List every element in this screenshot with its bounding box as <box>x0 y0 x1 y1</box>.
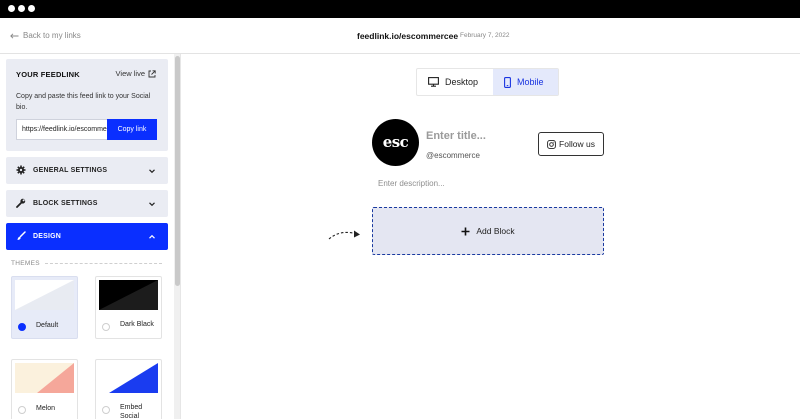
feedlink-description: Copy and paste this feed link to your So… <box>16 93 151 111</box>
profile-title-input[interactable]: Enter title... <box>426 130 486 142</box>
theme-card-melon[interactable]: Melon <box>11 359 78 419</box>
theme-melon-swatch <box>15 363 74 393</box>
mobile-label: Mobile <box>517 77 544 87</box>
block-settings-label: BLOCK SETTINGS <box>33 200 98 207</box>
settings-sidebar: YOUR FEEDLINK View live Copy and paste t… <box>0 54 174 419</box>
chevron-up-icon <box>149 234 155 239</box>
chevron-down-icon <box>149 169 155 174</box>
copy-link-button[interactable]: Copy link <box>107 119 157 140</box>
theme-radio[interactable] <box>18 406 26 414</box>
window-titlebar <box>0 0 800 18</box>
theme-card-embed-social[interactable]: Embed Social <box>95 359 162 419</box>
theme-radio[interactable] <box>102 323 110 331</box>
profile-avatar[interactable]: esc <box>372 119 419 166</box>
window-dot-icon <box>18 5 25 12</box>
add-block-label: Add Block <box>476 226 515 236</box>
theme-radio[interactable] <box>18 323 26 331</box>
desktop-view-button[interactable]: Desktop <box>417 69 493 95</box>
sidebar-scroll-thumb[interactable] <box>175 56 180 286</box>
instagram-icon <box>547 139 556 149</box>
theme-card-dark-black[interactable]: Dark Black <box>95 276 162 339</box>
profile-description-input[interactable]: Enter description... <box>378 179 445 188</box>
view-live-link[interactable]: View live <box>116 69 156 78</box>
themes-divider <box>45 263 162 264</box>
theme-label: Dark Black <box>120 321 154 328</box>
external-link-icon <box>148 69 156 77</box>
window-dot-icon <box>8 5 15 12</box>
feedlink-title: YOUR FEEDLINK <box>16 70 80 79</box>
feedlink-url: feedlink.io/escommercee <box>357 31 459 41</box>
theme-label: Default <box>36 322 59 329</box>
wrench-icon <box>16 198 26 208</box>
curved-arrow-icon <box>328 230 360 240</box>
themes-heading: THEMES <box>11 260 40 267</box>
design-label: DESIGN <box>33 233 62 240</box>
follow-us-label: Follow us <box>559 139 595 149</box>
profile-handle: @escommerce <box>426 151 480 160</box>
gear-icon <box>16 165 26 175</box>
general-settings-label: GENERAL SETTINGS <box>33 167 108 174</box>
feedlink-panel: YOUR FEEDLINK View live Copy and paste t… <box>6 59 168 151</box>
sidebar-scrollbar[interactable] <box>174 54 181 419</box>
theme-label: Melon <box>36 405 56 412</box>
design-section[interactable]: DESIGN <box>6 223 168 250</box>
block-settings-section[interactable]: BLOCK SETTINGS <box>6 190 168 217</box>
feedlink-url-input[interactable]: https://feedlink.io/escommercee <box>16 119 107 140</box>
back-to-links-link[interactable]: Back to my links <box>10 31 81 40</box>
window-dot-icon <box>28 5 35 12</box>
desktop-icon <box>428 77 439 87</box>
page-date: February 7, 2022 <box>460 32 510 39</box>
theme-default-swatch <box>15 280 74 310</box>
desktop-label: Desktop <box>445 77 479 87</box>
add-block-button[interactable]: Add Block <box>372 207 604 255</box>
mobile-phone-icon <box>504 76 511 88</box>
theme-radio[interactable] <box>102 406 110 414</box>
theme-label: Embed Social <box>120 404 143 419</box>
back-link-label: Back to my links <box>23 31 81 40</box>
general-settings-section[interactable]: GENERAL SETTINGS <box>6 157 168 184</box>
theme-embed-social-swatch <box>99 363 158 393</box>
window-controls <box>8 5 35 12</box>
arrow-left-icon <box>10 32 19 39</box>
top-bar: Back to my links feedlink.io/escommercee… <box>0 18 800 54</box>
plus-icon <box>461 227 470 235</box>
mobile-view-button[interactable]: Mobile <box>493 69 558 95</box>
brush-icon <box>17 231 26 240</box>
theme-card-default[interactable]: Default <box>11 276 78 339</box>
view-live-label: View live <box>115 69 145 78</box>
device-toggle: Desktop Mobile <box>416 68 559 96</box>
theme-dark-black-swatch <box>99 280 158 310</box>
chevron-down-icon <box>149 202 155 207</box>
follow-us-button[interactable]: Follow us <box>538 132 604 156</box>
